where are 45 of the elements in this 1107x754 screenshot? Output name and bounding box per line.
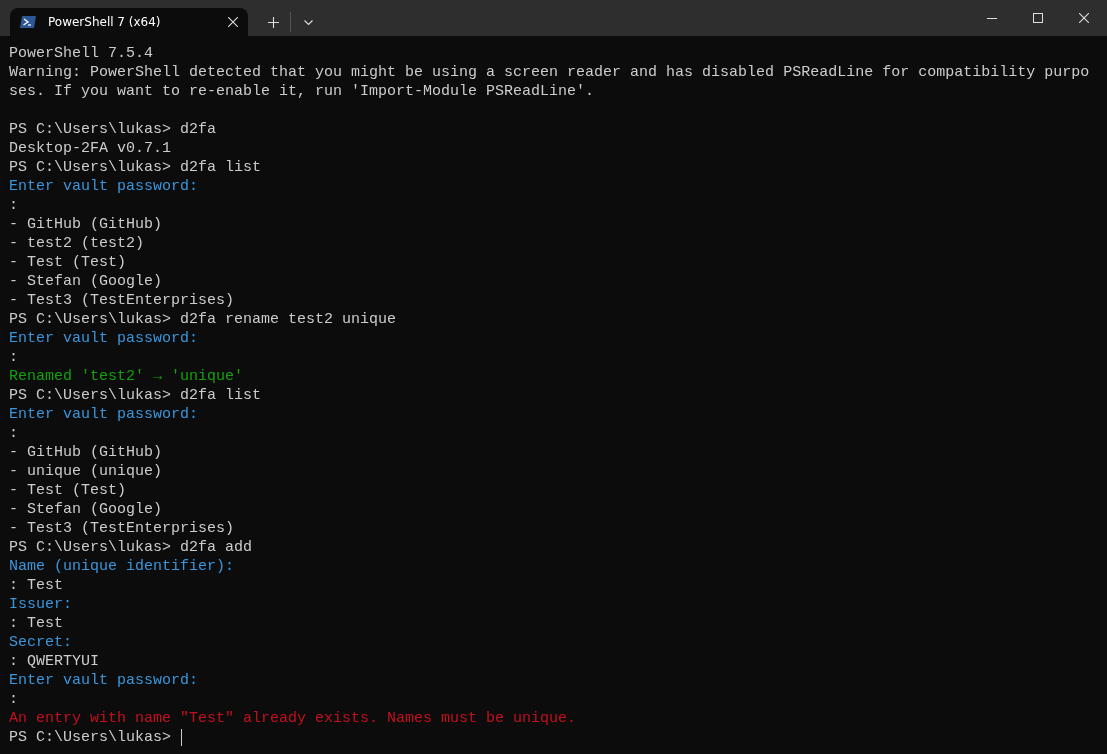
prompt-label: Name (unique identifier): (9, 557, 235, 576)
terminal-line: PS C:\Users\lukas> d2fa list (9, 386, 262, 405)
prompt-label: Secret: (9, 633, 72, 652)
tab-title: PowerShell 7 (x64) (48, 15, 162, 29)
terminal-line: PS C:\Users\lukas> d2fa list (9, 158, 262, 177)
terminal-line: - Test (Test) (9, 253, 127, 272)
terminal-line: - unique (unique) (9, 462, 163, 481)
prompt-label: Enter vault password: (9, 329, 199, 348)
plus-icon[interactable] (267, 16, 279, 28)
prompt-label: Enter vault password: (9, 405, 199, 424)
error-message: An entry with name "Test" already exists. Names must be unique. (9, 709, 577, 728)
terminal-line: Warning: PowerShell detected that you might be using a screen reader and has disabled PSReadLine for compatibility purpo (9, 63, 1090, 82)
maximize-icon[interactable] (1033, 13, 1043, 23)
close-icon[interactable] (1079, 13, 1089, 23)
terminal-line: - GitHub (GitHub) (9, 443, 163, 462)
terminal-line: - Test3 (TestEnterprises) (9, 291, 235, 310)
terminal-line: : Test (9, 614, 63, 633)
terminal-line: : (9, 424, 18, 443)
prompt-label: Issuer: (9, 595, 72, 614)
terminal-line: PS C:\Users\lukas> (9, 728, 173, 747)
terminal-line: - Stefan (Google) (9, 500, 163, 519)
powershell-icon (20, 16, 36, 28)
terminal-line: - test2 (test2) (9, 234, 145, 253)
terminal-line: - Stefan (Google) (9, 272, 163, 291)
terminal-line: Desktop-2FA v0.7.1 (9, 139, 172, 158)
terminal-line: - GitHub (GitHub) (9, 215, 163, 234)
terminal-line: - Test (Test) (9, 481, 127, 500)
prompt-label: Enter vault password: (9, 671, 199, 690)
minimize-icon[interactable] (987, 17, 997, 19)
terminal-line: : (9, 196, 18, 215)
close-icon[interactable] (228, 17, 238, 27)
prompt-label: Enter vault password: (9, 177, 199, 196)
success-message: Renamed 'test2' → 'unique' (9, 367, 244, 386)
terminal-line: : (9, 690, 18, 709)
terminal-line: : QWERTYUI (9, 652, 99, 671)
terminal-line: - Test3 (TestEnterprises) (9, 519, 235, 538)
terminal-tab[interactable]: PowerShell 7 (x64) (10, 8, 248, 36)
terminal-line: : (9, 348, 18, 367)
terminal-line: PS C:\Users\lukas> d2fa rename test2 unique (9, 310, 397, 329)
terminal-line: : Test (9, 576, 63, 595)
terminal-line: PowerShell 7.5.4 (9, 44, 154, 63)
chevron-down-icon[interactable] (303, 19, 313, 25)
terminal-line: PS C:\Users\lukas> d2fa add (9, 538, 253, 557)
terminal-line: ses. If you want to re-enable it, run 'Import-Module PSReadLine'. (9, 82, 595, 101)
terminal-line: PS C:\Users\lukas> d2fa (9, 120, 217, 139)
